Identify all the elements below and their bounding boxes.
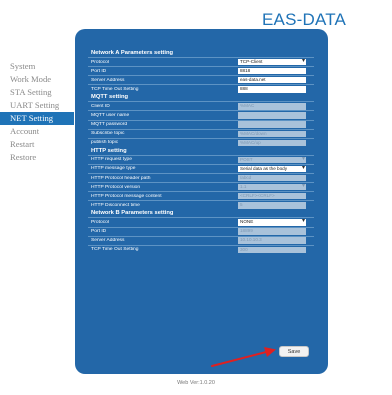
row-net-a-protocol: Protocol TCP-Client [88,57,314,66]
nav-item-system[interactable]: System [0,60,74,73]
row-net-b-port: Port ID 18899 [88,226,314,236]
row-net-b-timeout: TCP Time Out Setting 300 [88,244,314,254]
nav-item-sta-setting[interactable]: STA Setting [0,86,74,99]
mqtt-client-id-input[interactable]: %MAC [238,103,306,110]
field-label: TCP Time Out Setting [91,86,139,92]
net-b-timeout-input[interactable]: 300 [238,246,306,253]
http-message-type-select[interactable]: Serial data as the body [238,165,306,173]
mqtt-subscribe-input[interactable]: %MAC/down [238,130,306,137]
brand-title: EAS-DATA [262,10,347,29]
field-label: Server Address [91,77,125,83]
row-http-disconnect: HTTP Disconnect time 5 [88,200,314,209]
sidebar-nav: System Work Mode STA Setting UART Settin… [0,60,74,164]
row-mqtt-password: MQTT password [88,119,314,129]
net-b-server-input[interactable]: 10.10.10.3 [238,237,306,244]
mqtt-user-input[interactable] [238,112,306,119]
field-label: Subscribe topic [91,131,125,137]
net-a-protocol-select[interactable]: TCP-Client [238,58,306,66]
field-label: Port ID [91,229,107,235]
settings-panel: Network A Parameters setting Protocol TC… [75,29,328,374]
row-http-request-type: HTTP request type POST [88,154,314,164]
field-label: HTTP request type [91,157,132,163]
field-label: MQTT password [91,122,128,128]
nav-item-uart-setting[interactable]: UART Setting [0,99,74,112]
field-label: HTTP Protocol version [91,184,141,190]
section-title-http: HTTP setting [91,147,127,154]
field-label: publish topic [91,140,119,146]
row-http-version: HTTP Protocol version 1.1 [88,182,314,191]
field-label: HTTP Disconnect time [91,202,140,208]
field-label: Protocol [91,59,109,65]
http-header-path-input[interactable]: /abcd [238,174,306,182]
web-version-footer: Web Ver:1.0.20 [177,380,215,386]
section-title-mqtt: MQTT setting [91,94,129,101]
field-label: HTTP Protocol message content [91,193,162,199]
row-mqtt-publish: publish topic %MAC/up [88,137,314,147]
row-http-content: HTTP Protocol message content <CRLF><CRL… [88,191,314,200]
field-label: TCP Time Out Setting [91,247,139,253]
row-http-message-type: HTTP message type Serial data as the bod… [88,163,314,173]
nav-item-net-setting[interactable]: NET Setting [0,112,74,125]
net-a-server-input[interactable]: eas-data.net [238,77,306,84]
row-mqtt-client-id: Client ID %MAC [88,101,314,110]
net-b-port-input[interactable]: 18899 [238,228,306,235]
net-a-port-input[interactable]: 8818 [238,67,306,75]
section-title-network-b: Network B Parameters setting [91,210,174,217]
mqtt-password-input[interactable] [238,121,306,128]
settings-form: Network A Parameters setting Protocol TC… [88,49,314,254]
row-net-b-protocol: Protocol NONE [88,217,314,226]
nav-item-account[interactable]: Account [0,125,74,138]
section-title-network-a: Network A Parameters setting [91,50,174,56]
row-net-a-timeout: TCP Time Out Setting 888 [88,84,314,93]
http-disconnect-input[interactable]: 5 [238,202,306,209]
nav-item-restore[interactable]: Restore [0,151,74,164]
nav-item-restart[interactable]: Restart [0,138,74,151]
net-b-protocol-select[interactable]: NONE [238,219,306,226]
row-net-a-port: Port ID 8818 [88,66,314,75]
row-http-header-path: HTTP Protocol header path /abcd [88,173,314,182]
http-version-select[interactable]: 1.1 [238,183,306,191]
row-mqtt-subscribe: Subscribe topic %MAC/down [88,128,314,138]
http-content-input[interactable]: <CRLF><CRLF> [238,193,306,200]
row-net-b-server: Server Address 10.10.10.3 [88,235,314,245]
save-button[interactable]: Save [279,346,309,357]
net-a-timeout-input[interactable]: 888 [238,86,306,93]
field-label: HTTP Protocol header path [91,175,151,181]
field-label: HTTP message type [91,166,136,172]
row-mqtt-user: MQTT user name [88,110,314,119]
field-label: Client ID [91,103,110,109]
field-label: MQTT user name [91,113,130,119]
nav-item-work-mode[interactable]: Work Mode [0,73,74,86]
field-label: Port ID [91,68,107,74]
field-label: Protocol [91,219,109,225]
field-label: Server Address [91,238,125,244]
mqtt-publish-input[interactable]: %MAC/up [238,139,306,146]
red-arrow-icon [211,347,276,367]
row-net-a-server: Server Address eas-data.net [88,75,314,84]
http-request-type-select[interactable]: POST [238,156,306,164]
